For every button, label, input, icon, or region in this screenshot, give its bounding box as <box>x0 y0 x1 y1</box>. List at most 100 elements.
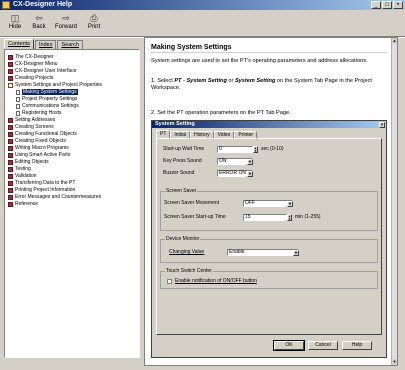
startup-wait-label: Start-up Wait Time <box>163 146 205 152</box>
help-page-icon <box>16 103 20 109</box>
tree-item[interactable]: Creating Fixed Objects <box>8 138 66 144</box>
book-icon <box>8 138 13 144</box>
chevron-down-icon[interactable]: ▼ <box>287 200 293 207</box>
tree-item[interactable]: CX-Designer Menu <box>8 61 58 67</box>
book-icon <box>8 194 13 200</box>
dialog-title: System Setting × <box>152 121 386 128</box>
changing-value-select[interactable]: Enable <box>227 249 299 256</box>
book-icon <box>8 159 13 165</box>
print-button[interactable]: ⎙ Print <box>82 12 106 34</box>
tree-item[interactable]: Communications Settings <box>16 103 79 109</box>
startup-wait-unit: sec (0-10) <box>261 146 284 152</box>
tree-item[interactable]: The CX-Designer <box>8 54 54 60</box>
tree-item[interactable]: Using Smart Active Parts <box>8 152 70 158</box>
book-icon <box>8 152 13 158</box>
hide-label: Hide <box>8 24 22 30</box>
hide-button[interactable]: ◫ Hide <box>3 12 27 34</box>
maximize-button[interactable]: □ <box>382 1 392 9</box>
tree-item[interactable]: Reference <box>8 201 38 207</box>
print-label: Print <box>87 24 101 30</box>
tree-item[interactable]: Error Messages and Countermeasures <box>8 194 101 200</box>
help-page-icon <box>16 89 20 95</box>
back-label: Back <box>32 24 46 30</box>
key-press-label: Key Press Sound <box>163 158 202 164</box>
scroll-down-icon[interactable]: ▼ <box>392 359 397 365</box>
tree-item[interactable]: Creating Functional Objects <box>8 131 77 137</box>
spinner-icon[interactable]: ▲ ▼ <box>253 146 258 153</box>
ok-button[interactable]: OK <box>273 340 305 351</box>
spinner-icon[interactable]: ▲ ▼ <box>287 214 292 221</box>
device-monitor-group-label: Device Monitor <box>165 236 201 243</box>
contents-tree[interactable]: The CX-Designer CX-Designer Menu CX-Desi… <box>4 49 140 358</box>
buzzer-label: Buzzer Sound <box>163 170 195 176</box>
tab-index[interactable]: Index <box>35 40 57 49</box>
tree-item[interactable]: Project Property Settings <box>16 96 77 102</box>
book-icon <box>8 201 13 207</box>
help-button[interactable]: Help <box>342 341 372 350</box>
book-icon <box>8 68 13 74</box>
saver-movement-label: Screen Saver Movement <box>164 200 220 206</box>
book-icon <box>8 131 13 137</box>
tab-search[interactable]: Search <box>57 40 83 49</box>
tree-item[interactable]: Testing <box>8 166 31 172</box>
step-1-text: 1. Select PT - System Setting or System … <box>151 78 383 92</box>
content-scrollbar[interactable]: ▲ ▼ <box>391 38 397 365</box>
tree-item[interactable]: Registering Hosts <box>16 110 61 116</box>
saver-movement-select[interactable]: OFF <box>243 200 293 207</box>
tree-item[interactable]: Printing Project Information <box>8 187 75 193</box>
tree-item-selected[interactable]: Making System Settings <box>16 89 78 95</box>
chevron-down-icon[interactable]: ▼ <box>247 170 253 177</box>
saver-time-label: Screen Saver Start-up Time <box>164 214 226 220</box>
book-icon <box>8 145 13 151</box>
help-content-pane: Making System Settings System settings a… <box>144 37 398 366</box>
tree-item[interactable]: CX-Designer User Interface <box>8 68 76 74</box>
touch-switch-group-label: Touch Switch Center <box>165 268 213 275</box>
title-divider <box>151 52 387 53</box>
step-1-mid: or <box>226 78 235 84</box>
system-setting-dialog: System Setting × PT Initial History Video… <box>151 120 387 358</box>
tree-item[interactable]: Creating Screens <box>8 124 54 130</box>
book-icon <box>8 166 13 172</box>
page-title: Making System Settings <box>151 44 232 51</box>
step-2-text: 2. Set the PT operation parameters on th… <box>151 110 291 116</box>
book-icon <box>8 54 13 60</box>
toolbar: ◫ Hide ⇦ Back ⇨ Forward ⎙ Print <box>0 10 405 36</box>
back-button[interactable]: ⇦ Back <box>27 12 51 34</box>
nav-tabs: Contents Index Search <box>4 39 84 49</box>
tree-item[interactable]: Transferring Data to the PT <box>8 180 75 186</box>
screen-saver-group-label: Screen Saver <box>165 188 198 195</box>
chevron-down-icon[interactable]: ▼ <box>247 158 253 165</box>
tree-item[interactable]: Setting Addresses <box>8 117 55 123</box>
minimize-button[interactable]: _ <box>371 1 381 9</box>
dialog-title-text: System Setting <box>155 121 195 127</box>
tab-contents[interactable]: Contents <box>4 39 35 49</box>
forward-arrow-icon: ⇨ <box>62 13 70 23</box>
tree-item[interactable]: System Settings and Project Properties <box>8 82 102 88</box>
tree-item[interactable]: Writing Macro Programs <box>8 145 69 151</box>
cancel-button[interactable]: Cancel <box>308 341 338 350</box>
notification-checkbox-label: Enable notification of ON/OFF button <box>175 278 257 284</box>
close-button[interactable]: × <box>393 1 403 9</box>
notification-checkbox[interactable] <box>167 279 172 284</box>
hide-icon: ◫ <box>10 13 20 23</box>
step-1-menu-item: System Setting <box>234 78 276 84</box>
saver-time-unit: min (1-255) <box>295 214 321 220</box>
tree-item[interactable]: Validation <box>8 173 37 179</box>
step-1-prefix: 1. Select <box>151 78 175 84</box>
book-icon <box>8 180 13 186</box>
window-controls: _ □ × <box>371 1 403 9</box>
dialog-close-icon[interactable]: × <box>379 121 385 128</box>
saver-time-input[interactable]: 15 <box>243 214 287 221</box>
startup-wait-input[interactable]: 0 <box>217 146 253 153</box>
help-app-icon <box>2 1 10 9</box>
help-page-icon <box>16 110 20 116</box>
pt-tab-panel: Start-up Wait Time 0 ▲ ▼ sec (0-10) Key P… <box>156 138 382 335</box>
forward-button[interactable]: ⇨ Forward <box>53 12 79 34</box>
open-book-icon <box>8 82 13 88</box>
back-arrow-icon: ⇦ <box>35 13 43 23</box>
tree-item[interactable]: Editing Objects <box>8 159 49 165</box>
tree-item[interactable]: Creating Projects <box>8 75 53 81</box>
chevron-down-icon[interactable]: ▼ <box>293 249 299 256</box>
book-icon <box>8 187 13 193</box>
scroll-up-icon[interactable]: ▲ <box>392 38 397 44</box>
